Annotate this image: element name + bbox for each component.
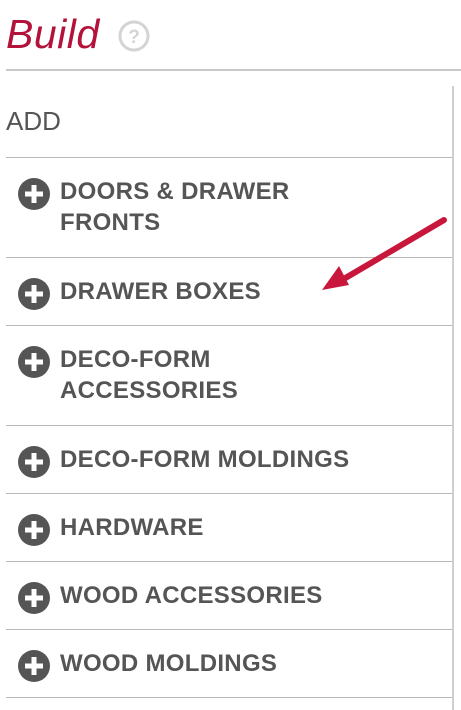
svg-text:?: ? [128, 27, 140, 48]
menu-item-label: DRAWER BOXES [60, 278, 261, 305]
plus-circle-icon [18, 446, 50, 478]
menu-item-label: HARDWARE [60, 514, 204, 541]
menu-item-wood-accessories[interactable]: WOOD ACCESSORIES [6, 562, 452, 630]
menu-item-hardware[interactable]: HARDWARE [6, 494, 452, 562]
menu-item-label: DECO-FORM MOLDINGS [60, 446, 350, 473]
plus-circle-icon [18, 178, 50, 210]
menu-item-label: DOORS & DRAWER FRONTS [60, 178, 290, 236]
plus-circle-icon [18, 582, 50, 614]
panel-right-border [452, 86, 454, 710]
plus-circle-icon [18, 514, 50, 546]
plus-circle-icon [18, 278, 50, 310]
menu-item-doors-drawer-fronts[interactable]: DOORS & DRAWER FRONTS [6, 158, 452, 258]
page-title: Build [6, 11, 100, 57]
plus-circle-icon [18, 650, 50, 682]
header-divider [6, 69, 461, 71]
menu-item-label: DECO-FORM ACCESSORIES [60, 346, 239, 404]
page-header: Build ? [0, 0, 461, 71]
help-circle-icon[interactable]: ? [118, 20, 150, 52]
menu-item-wood-moldings[interactable]: WOOD MOLDINGS [6, 630, 452, 698]
menu-item-deco-form-moldings[interactable]: DECO-FORM MOLDINGS [6, 426, 452, 494]
menu-item-label: WOOD MOLDINGS [60, 650, 278, 677]
menu-item-deco-form-accessories[interactable]: DECO-FORM ACCESSORIES [6, 326, 452, 426]
menu-item-label: WOOD ACCESSORIES [60, 582, 323, 609]
menu-item-drawer-boxes[interactable]: DRAWER BOXES [6, 258, 452, 326]
add-menu: DOORS & DRAWER FRONTS DRAWER BOXES DECO-… [6, 158, 452, 698]
add-section-heading: ADD [6, 106, 61, 136]
plus-circle-icon [18, 346, 50, 378]
